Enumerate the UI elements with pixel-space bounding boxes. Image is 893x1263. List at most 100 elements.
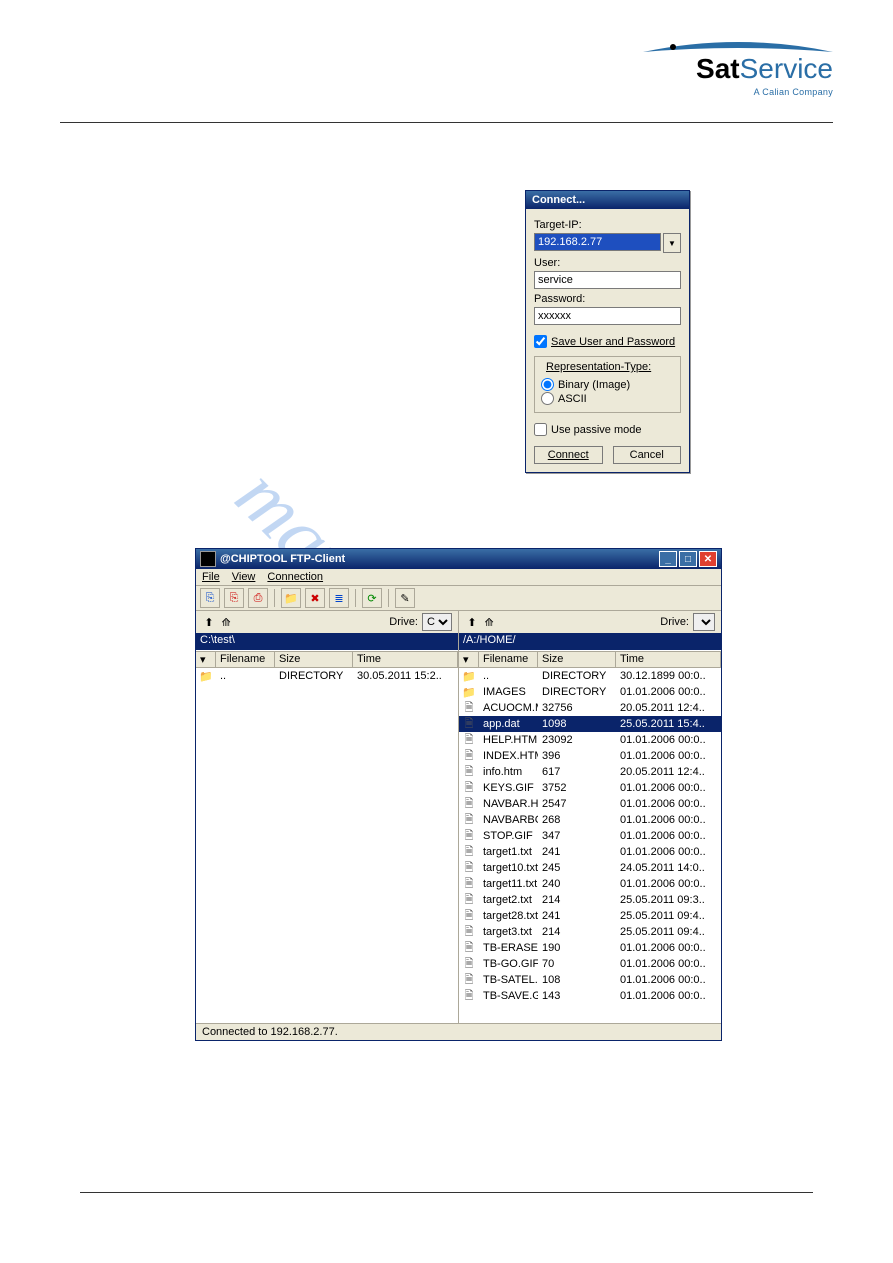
ascii-radio[interactable] [541,392,554,405]
toolbar: ⎘ ⎘ ⎙ 📁 ✖ ≣ ⟳ ✎ [196,586,721,611]
size-cell: 245 [538,862,616,874]
folder-row[interactable]: 📁..DIRECTORY30.12.1899 00:0.. [459,668,721,684]
file-row[interactable]: 🗎app.dat109825.05.2011 15:4.. [459,716,721,732]
binary-radio[interactable] [541,378,554,391]
save-user-checkbox[interactable] [534,335,547,348]
right-pane: ⬆ ⟰ Drive: /A:/HOME/ ▾ Filename Size Tim… [459,611,721,1023]
left-pane: ⬆ ⟰ Drive: C C:\test\ ▾ Filename Size Ti… [196,611,459,1023]
file-row[interactable]: 🗎ACUOCM.MIB3275620.05.2011 12:4.. [459,700,721,716]
size-cell: 108 [538,974,616,986]
folder-icon: 📁 [459,686,479,699]
file-row[interactable]: 🗎TB-GO.GIF7001.01.2006 00:0.. [459,956,721,972]
file-row[interactable]: 🗎NAVBAR.HTM254701.01.2006 00:0.. [459,796,721,812]
toolbar-delete-icon[interactable]: ✖ [305,588,325,608]
time-cell: 25.05.2011 09:3.. [616,894,721,906]
ftp-title-text: @CHIPTOOL FTP-Client [220,553,345,565]
file-row[interactable]: 🗎target3.txt21425.05.2011 09:4.. [459,924,721,940]
right-list[interactable]: 📁..DIRECTORY30.12.1899 00:0..📁IMAGESDIRE… [459,668,721,1023]
password-input[interactable] [534,307,681,325]
sort-col[interactable]: ▾ [196,651,216,668]
file-row[interactable]: 🗎INDEX.HTM39601.01.2006 00:0.. [459,748,721,764]
size-cell: DIRECTORY [538,686,616,698]
menu-connection[interactable]: Connection [267,571,323,583]
nav-up-icon[interactable]: ⬆ [202,615,216,629]
time-cell: 25.05.2011 15:4.. [616,718,721,730]
file-row[interactable]: 🗎target11.txt24001.01.2006 00:0.. [459,876,721,892]
toolbar-folder-icon[interactable]: 📁 [281,588,301,608]
file-row[interactable]: 🗎TB-SATEL.GIF10801.01.2006 00:0.. [459,972,721,988]
toolbar-tool-icon[interactable]: ✎ [395,588,415,608]
file-row[interactable]: 🗎NAVBARBG.GIF26801.01.2006 00:0.. [459,812,721,828]
time-cell: 01.01.2006 00:0.. [616,782,721,794]
file-row[interactable]: 🗎target28.txt24125.05.2011 09:4.. [459,908,721,924]
left-path: C:\test\ [196,633,458,650]
filename-cell: target11.txt [479,878,538,890]
right-path: /A:/HOME/ [459,633,721,650]
col-time[interactable]: Time [616,651,721,668]
minimize-button[interactable]: _ [659,551,677,567]
toolbar-sep [274,589,275,607]
connect-titlebar: Connect... [526,191,689,209]
menu-file[interactable]: File [202,571,220,583]
time-cell: 01.01.2006 00:0.. [616,734,721,746]
time-cell: 01.01.2006 00:0.. [616,798,721,810]
toolbar-paste-icon[interactable]: ⎙ [248,588,268,608]
col-size[interactable]: Size [538,651,616,668]
target-ip-dropdown-button[interactable]: ▼ [663,233,681,253]
time-cell: 20.05.2011 12:4.. [616,702,721,714]
size-cell: 32756 [538,702,616,714]
col-size[interactable]: Size [275,651,353,668]
connect-button[interactable]: Connect [534,446,603,464]
filename-cell: ACUOCM.MIB [479,702,538,714]
footer-divider [80,1192,813,1193]
time-cell: 01.01.2006 00:0.. [616,846,721,858]
folder-row[interactable]: 📁IMAGESDIRECTORY01.01.2006 00:0.. [459,684,721,700]
nav-up-icon[interactable]: ⬆ [465,615,479,629]
file-row[interactable]: 🗎info.htm61720.05.2011 12:4.. [459,764,721,780]
time-cell: 01.01.2006 00:0.. [616,974,721,986]
col-filename[interactable]: Filename [479,651,538,668]
file-row[interactable]: 🗎STOP.GIF34701.01.2006 00:0.. [459,828,721,844]
size-cell: 347 [538,830,616,842]
toolbar-refresh-icon[interactable]: ⟳ [362,588,382,608]
file-row[interactable]: 🗎TB-ERASE.GIF19001.01.2006 00:0.. [459,940,721,956]
size-cell: 70 [538,958,616,970]
target-ip-input[interactable] [534,233,661,251]
passive-label: Use passive mode [551,424,642,436]
nav-home-icon[interactable]: ⟰ [482,615,496,629]
right-drive-select[interactable] [693,613,715,631]
menu-view[interactable]: View [232,571,256,583]
sort-col[interactable]: ▾ [459,651,479,668]
file-row[interactable]: 🗎TB-SAVE.GIF14301.01.2006 00:0.. [459,988,721,1004]
size-cell: 190 [538,942,616,954]
left-drive-select[interactable]: C [422,613,452,631]
toolbar-view-icon[interactable]: ≣ [329,588,349,608]
cancel-button[interactable]: Cancel [613,446,682,464]
passive-checkbox[interactable] [534,423,547,436]
col-time[interactable]: Time [353,651,458,668]
file-row[interactable]: 🗎target1.txt24101.01.2006 00:0.. [459,844,721,860]
user-input[interactable] [534,271,681,289]
time-cell: 01.01.2006 00:0.. [616,942,721,954]
file-row[interactable]: 🗎target2.txt21425.05.2011 09:3.. [459,892,721,908]
size-cell: 396 [538,750,616,762]
close-button[interactable]: ✕ [699,551,717,567]
maximize-button[interactable]: □ [679,551,697,567]
col-filename[interactable]: Filename [216,651,275,668]
filename-cell: target1.txt [479,846,538,858]
filename-cell: TB-SATEL.GIF [479,974,538,986]
nav-home-icon[interactable]: ⟰ [219,615,233,629]
file-row[interactable]: 🗎target10.txt24524.05.2011 14:0.. [459,860,721,876]
page-header: SatService A Calian Company [60,40,833,123]
left-list[interactable]: 📁..DIRECTORY30.05.2011 15:2.. [196,668,458,1023]
file-row[interactable]: 🗎KEYS.GIF375201.01.2006 00:0.. [459,780,721,796]
filename-cell: app.dat [479,718,538,730]
toolbar-copy-icon[interactable]: ⎘ [200,588,220,608]
binary-label: Binary (Image) [558,379,630,391]
toolbar-copy2-icon[interactable]: ⎘ [224,588,244,608]
size-cell: DIRECTORY [275,670,353,682]
folder-row[interactable]: 📁..DIRECTORY30.05.2011 15:2.. [196,668,458,684]
size-cell: 241 [538,910,616,922]
right-list-header: ▾ Filename Size Time [459,650,721,668]
file-row[interactable]: 🗎HELP.HTM2309201.01.2006 00:0.. [459,732,721,748]
